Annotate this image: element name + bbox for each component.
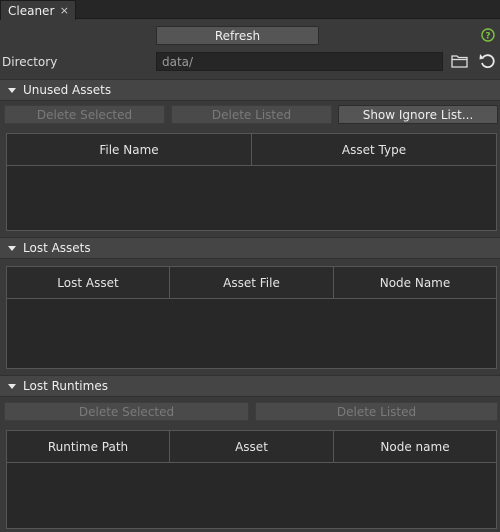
- folder-icon[interactable]: [451, 54, 468, 68]
- column-header-asset-type[interactable]: Asset Type: [252, 134, 496, 165]
- runtimes-delete-listed-button[interactable]: Delete Listed: [255, 402, 498, 421]
- refresh-button[interactable]: Refresh: [156, 26, 319, 45]
- lost-runtimes-header[interactable]: Lost Runtimes: [0, 375, 500, 397]
- tab-cleaner[interactable]: Cleaner ×: [0, 0, 76, 20]
- column-header-asset[interactable]: Asset: [170, 431, 334, 462]
- close-icon[interactable]: ×: [60, 4, 69, 17]
- help-circle-icon[interactable]: ?: [481, 28, 495, 42]
- unused-assets-table[interactable]: File Name Asset Type: [6, 133, 497, 231]
- column-header-lost-asset[interactable]: Lost Asset: [7, 267, 170, 298]
- lost-runtimes-table[interactable]: Runtime Path Asset Node name: [6, 430, 497, 529]
- lost-assets-header[interactable]: Lost Assets: [0, 237, 500, 259]
- section-title: Unused Assets: [23, 83, 112, 97]
- expand-arrow-icon: [8, 87, 16, 93]
- show-ignore-list-button[interactable]: Show Ignore List...: [338, 105, 498, 124]
- expand-arrow-icon: [8, 245, 16, 251]
- tab-title: Cleaner: [8, 3, 55, 18]
- unused-delete-listed-button[interactable]: Delete Listed: [171, 105, 332, 124]
- lost-assets-table[interactable]: Lost Asset Asset File Node Name: [6, 266, 497, 369]
- table-header: Runtime Path Asset Node name: [7, 431, 496, 463]
- unused-assets-header[interactable]: Unused Assets: [0, 79, 500, 101]
- unused-delete-selected-button[interactable]: Delete Selected: [4, 105, 165, 124]
- table-header: File Name Asset Type: [7, 134, 496, 166]
- column-header-node-name[interactable]: Node Name: [334, 267, 496, 298]
- tab-bar: Cleaner ×: [0, 0, 500, 20]
- undo-icon[interactable]: [479, 52, 495, 69]
- cleaner-panel: Cleaner × Refresh ? Directory data/ Unus…: [0, 0, 500, 532]
- directory-value: data/: [162, 54, 194, 69]
- svg-text:?: ?: [485, 32, 490, 42]
- column-header-asset-file[interactable]: Asset File: [170, 267, 334, 298]
- table-header: Lost Asset Asset File Node Name: [7, 267, 496, 299]
- expand-arrow-icon: [8, 383, 16, 389]
- runtimes-delete-selected-button[interactable]: Delete Selected: [4, 402, 249, 421]
- column-header-runtime-path[interactable]: Runtime Path: [7, 431, 170, 462]
- directory-field[interactable]: data/: [156, 52, 443, 71]
- section-title: Lost Assets: [23, 241, 91, 255]
- section-title: Lost Runtimes: [23, 379, 108, 393]
- directory-label: Directory: [2, 55, 58, 69]
- column-header-file-name[interactable]: File Name: [7, 134, 252, 165]
- column-header-node-name[interactable]: Node name: [334, 431, 496, 462]
